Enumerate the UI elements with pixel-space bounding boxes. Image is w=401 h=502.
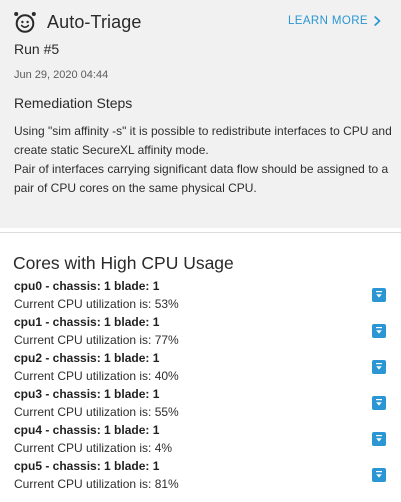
core-utilization: Current CPU utilization is: 55%	[14, 405, 179, 419]
header: Auto-Triage	[13, 10, 141, 34]
core-item: cpu3 - chassis: 1 blade: 1 Current CPU u…	[14, 386, 394, 422]
core-item: cpu4 - chassis: 1 blade: 1 Current CPU u…	[14, 422, 394, 458]
run-date: Jun 29, 2020 04:44	[14, 69, 109, 81]
expand-down-icon[interactable]	[372, 432, 386, 446]
core-utilization: Current CPU utilization is: 77%	[14, 333, 179, 347]
triage-summary-panel: Auto-Triage LEARN MORE Run #5 Jun 29, 20…	[0, 0, 401, 228]
core-utilization: Current CPU utilization is: 53%	[14, 297, 179, 311]
app-title: Auto-Triage	[47, 11, 142, 32]
learn-more-link[interactable]: LEARN MORE	[288, 15, 381, 27]
core-name: cpu1 - chassis: 1 blade: 1	[14, 315, 160, 329]
remediation-text: Using "sim affinity -s" it is possible t…	[14, 122, 394, 198]
core-utilization: Current CPU utilization is: 40%	[14, 369, 179, 383]
core-utilization: Current CPU utilization is: 81%	[14, 477, 179, 491]
core-name: cpu0 - chassis: 1 blade: 1	[14, 279, 160, 293]
core-item: cpu5 - chassis: 1 blade: 1 Current CPU u…	[14, 458, 394, 494]
expand-down-icon[interactable]	[372, 324, 386, 338]
expand-down-icon[interactable]	[372, 468, 386, 482]
expand-down-icon[interactable]	[372, 396, 386, 410]
expand-down-icon[interactable]	[372, 360, 386, 374]
section-divider	[0, 232, 401, 233]
core-item: cpu2 - chassis: 1 blade: 1 Current CPU u…	[14, 350, 394, 386]
remediation-paragraph: Using "sim affinity -s" it is possible t…	[14, 124, 392, 157]
cores-section-title: Cores with High CPU Usage	[13, 253, 234, 273]
core-item: cpu1 - chassis: 1 blade: 1 Current CPU u…	[14, 314, 394, 350]
remediation-paragraph: Pair of interfaces carrying significant …	[14, 162, 389, 195]
chevron-right-icon	[374, 16, 381, 26]
core-name: cpu3 - chassis: 1 blade: 1	[14, 387, 160, 401]
core-item: cpu0 - chassis: 1 blade: 1 Current CPU u…	[14, 278, 394, 314]
learn-more-label: LEARN MORE	[287, 15, 368, 27]
run-label: Run #5	[14, 41, 60, 57]
core-utilization: Current CPU utilization is: 4%	[14, 441, 173, 455]
cores-list: cpu0 - chassis: 1 blade: 1 Current CPU u…	[14, 278, 394, 494]
core-name: cpu4 - chassis: 1 blade: 1	[14, 423, 160, 437]
remediation-title: Remediation Steps	[14, 95, 133, 111]
expand-down-icon[interactable]	[372, 288, 386, 302]
core-name: cpu5 - chassis: 1 blade: 1	[14, 459, 160, 473]
core-name: cpu2 - chassis: 1 blade: 1	[14, 351, 160, 365]
auto-triage-logo-icon	[14, 12, 36, 33]
